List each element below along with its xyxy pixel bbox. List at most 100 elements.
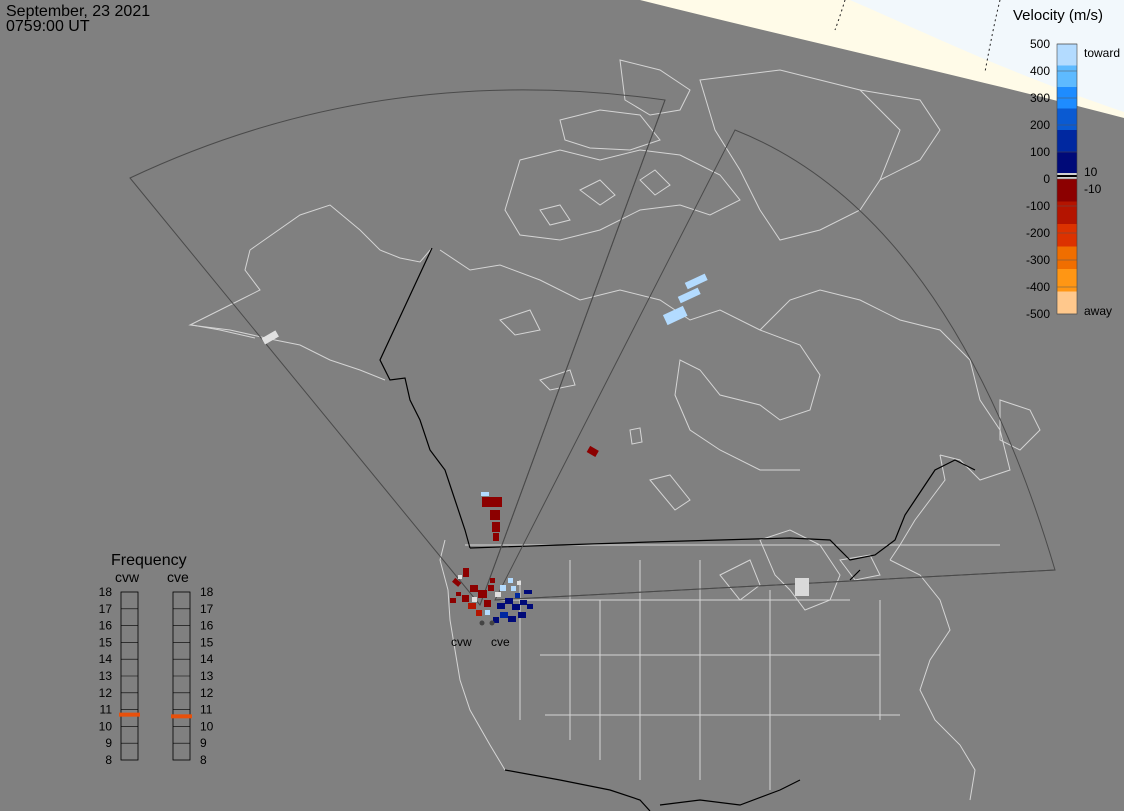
frequency-scale-label: 10 — [200, 719, 214, 733]
legend-swatch — [1057, 179, 1077, 202]
legend-swatch — [1057, 44, 1077, 66]
echo-cell — [795, 578, 809, 596]
legend-tick-label: -200 — [1026, 226, 1050, 240]
echo-cell — [508, 578, 513, 583]
echo-cell — [508, 616, 516, 622]
frequency-cve-label: cve — [167, 569, 189, 585]
legend-title: Velocity (m/s) — [1013, 7, 1103, 24]
legend-tick-label: -400 — [1026, 280, 1050, 294]
radar-label-cvw: cvw — [451, 635, 472, 649]
legend-tick-label: 200 — [1030, 118, 1050, 132]
frequency-scale-label: 18 — [200, 585, 214, 599]
echo-cell — [484, 600, 491, 607]
echo-cell — [452, 577, 462, 587]
legend-tick-label: -100 — [1026, 199, 1050, 213]
radar-site-cvw — [479, 620, 485, 626]
legend-swatch — [1057, 151, 1077, 173]
legend-swatch — [1057, 175, 1077, 177]
legend-swatch — [1057, 246, 1077, 269]
echo-cell — [511, 586, 516, 591]
legend-tick-label: 0 — [1043, 172, 1050, 186]
frequency-scale-label: 14 — [99, 652, 113, 666]
frequency-scale-label: 16 — [200, 619, 214, 633]
legend-threshold-neg: -10 — [1084, 182, 1102, 196]
echo-cell — [512, 604, 520, 610]
frequency-scale-label: 15 — [200, 635, 214, 649]
frequency-scale-label: 12 — [200, 686, 214, 700]
echo-cell — [478, 590, 487, 598]
echo-cell — [518, 612, 526, 618]
frequency-scale-label: 14 — [200, 652, 214, 666]
frequency-scale-label: 13 — [200, 669, 214, 683]
legend-tick-label: 300 — [1030, 91, 1050, 105]
echo-cell — [463, 568, 469, 577]
echo-cell — [586, 445, 599, 457]
national-boundaries — [379, 247, 976, 811]
radar-map: cvw cve September, 23 2021 0759:00 UT Ve… — [6, 0, 1124, 811]
frequency-scale-label: 15 — [99, 635, 113, 649]
echo-cell — [450, 598, 456, 603]
frequency-scale-label: 13 — [99, 669, 113, 683]
echo-cell — [495, 592, 501, 597]
legend-tick-label: -500 — [1026, 307, 1050, 321]
legend-away-label: away — [1084, 304, 1112, 318]
legend-colorbar — [1056, 43, 1078, 315]
time-label: 0759:00 UT — [6, 18, 90, 35]
echo-cell — [490, 510, 500, 520]
legend-swatch — [1057, 291, 1077, 314]
frequency-scale-label: 17 — [99, 602, 113, 616]
legend-toward-label: toward — [1084, 46, 1120, 60]
legend-tick-label: -300 — [1026, 253, 1050, 267]
frequency-panel: Frequency cvw cve 18 18 17 17 16 16 15 15 14 14 13… — [99, 552, 214, 767]
frequency-scale-label: 11 — [100, 703, 113, 717]
frequency-marker-cve — [171, 714, 192, 719]
frequency-scale-label: 10 — [99, 719, 113, 733]
legend-swatch — [1057, 108, 1077, 130]
echo-cell — [261, 330, 279, 345]
echo-cell — [490, 578, 495, 583]
legend-swatch — [1057, 201, 1077, 224]
echo-cell — [524, 590, 532, 594]
echo-cell — [481, 492, 489, 496]
echo-cell — [677, 287, 701, 304]
echo-cell — [684, 273, 708, 290]
radar-site-cve — [489, 620, 495, 626]
coastlines — [188, 59, 1041, 801]
echo-cell — [456, 592, 461, 596]
legend-tick-label: 100 — [1030, 145, 1050, 159]
frequency-scale-label: 8 — [200, 753, 207, 767]
echo-cell — [527, 604, 533, 609]
frequency-cvw-label: cvw — [115, 569, 140, 585]
frequency-scale-label: 11 — [200, 703, 213, 717]
echo-cell — [485, 610, 490, 615]
frequency-scale-label: 18 — [99, 585, 113, 599]
echo-cell — [470, 585, 478, 592]
echo-cell — [493, 533, 499, 541]
frequency-scale-label: 12 — [99, 686, 113, 700]
legend-threshold-pos: 10 — [1084, 165, 1098, 179]
frequency-scale-label: 17 — [200, 602, 214, 616]
echo-cell — [500, 585, 506, 591]
echo-cell — [462, 595, 469, 602]
echo-cell — [505, 598, 513, 604]
echo-cell — [458, 575, 462, 579]
echo-cell — [517, 581, 521, 585]
legend-swatch — [1057, 269, 1077, 292]
echo-cell — [476, 610, 482, 616]
frequency-scale-label: 16 — [99, 619, 113, 633]
frequency-scale-label: 8 — [105, 753, 112, 767]
echo-cell — [488, 585, 494, 591]
echo-cell — [482, 497, 502, 507]
echo-cell — [492, 522, 500, 532]
legend-tick-label: 400 — [1030, 64, 1050, 78]
legend-swatch — [1057, 65, 1077, 87]
echo-cell — [468, 603, 476, 609]
velocity-echoes — [261, 273, 809, 623]
echo-cell — [662, 305, 688, 326]
radar-fields-of-view — [129, 89, 1056, 606]
legend-tick-label: 500 — [1030, 37, 1050, 51]
frequency-scale-label: 9 — [200, 736, 207, 750]
frequency-scale-label: 9 — [105, 736, 112, 750]
radar-label-cve: cve — [491, 635, 510, 649]
echo-cell — [472, 597, 477, 602]
